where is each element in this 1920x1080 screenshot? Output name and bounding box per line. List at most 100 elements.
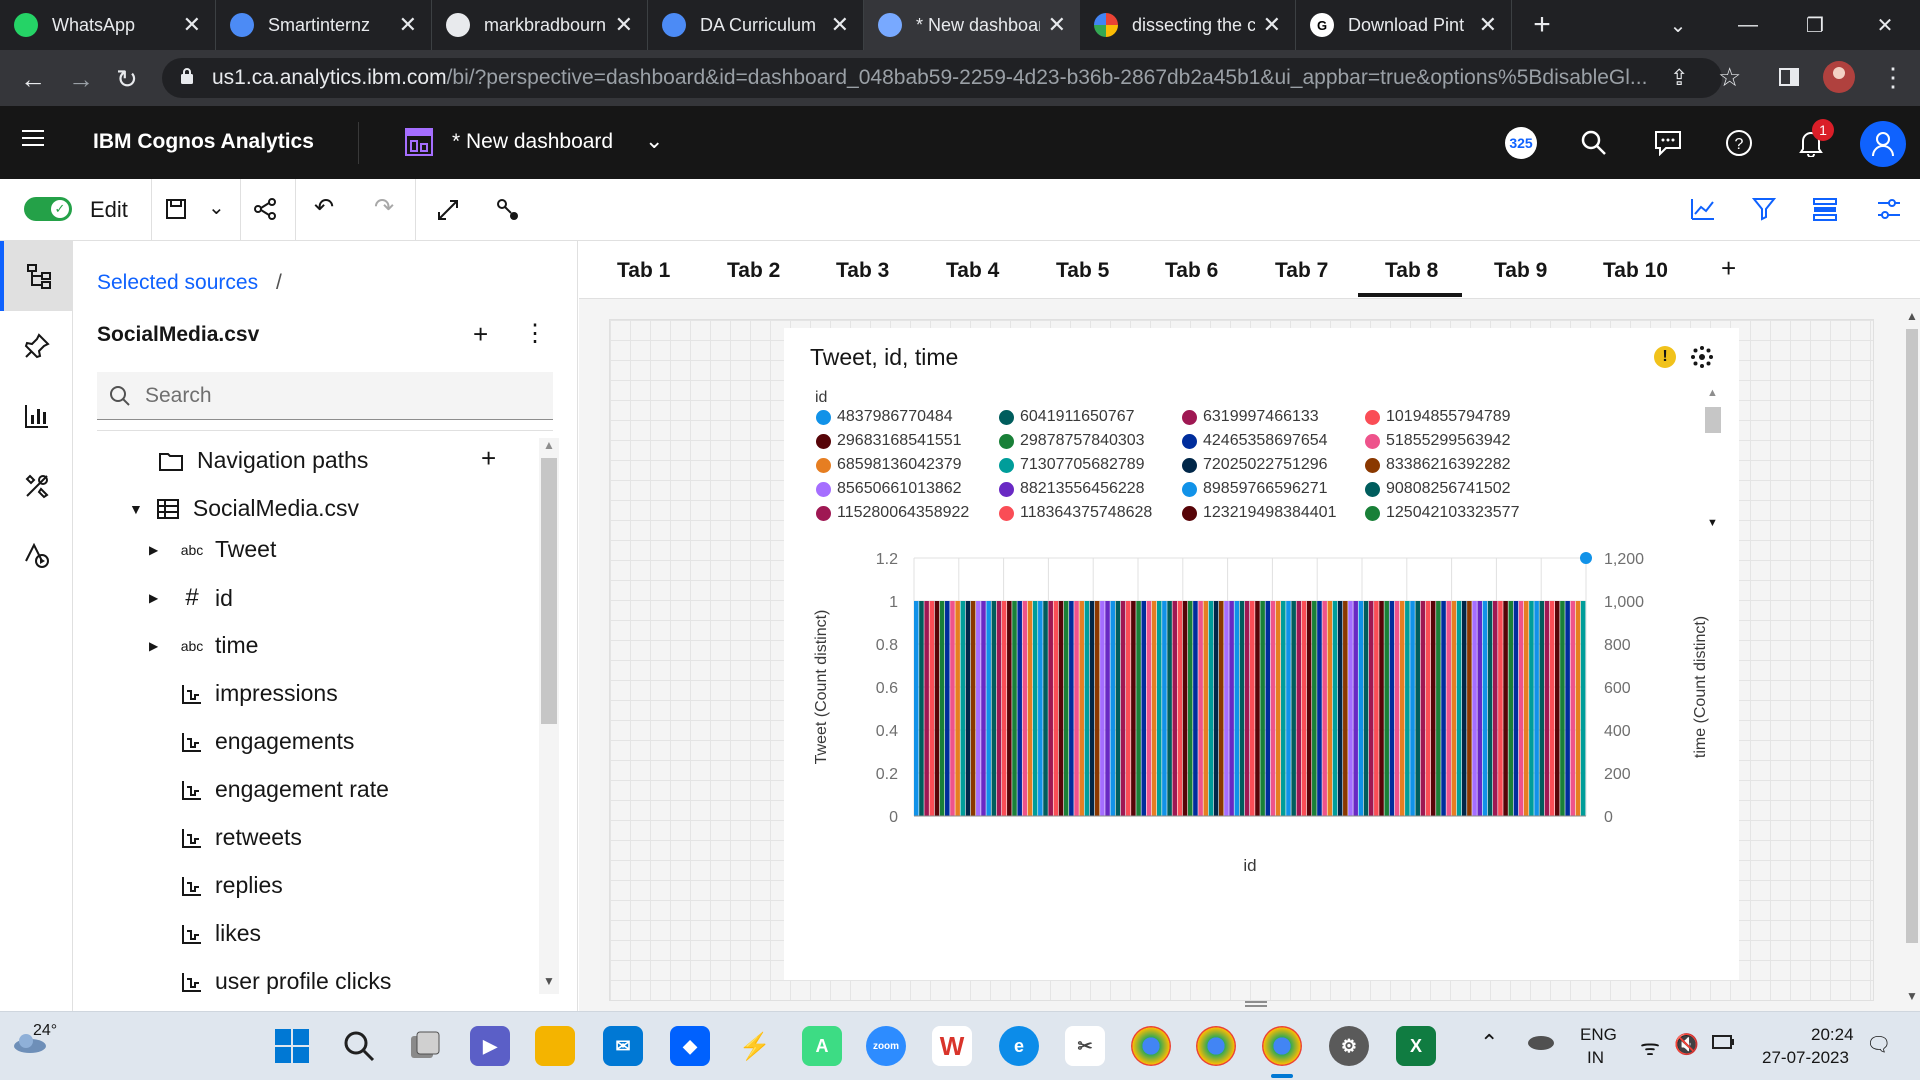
show-hidden-icons-icon[interactable]: ⌃ (1480, 1030, 1498, 1056)
search-icon[interactable] (1581, 130, 1607, 161)
bar[interactable] (1286, 601, 1291, 816)
bar[interactable] (934, 601, 940, 816)
bar[interactable] (1306, 601, 1312, 816)
close-tab-icon[interactable]: ✕ (615, 12, 633, 38)
bar[interactable] (1141, 601, 1147, 816)
bar[interactable] (1363, 601, 1369, 816)
dashboard-tab[interactable]: Tab 4 (946, 259, 999, 283)
dashboard-tab[interactable]: Tab 5 (1056, 259, 1109, 283)
legend-item[interactable]: 6041911650767 (999, 408, 1135, 426)
browser-tab[interactable]: * New dashboard ✕ (864, 0, 1080, 50)
scroll-thumb[interactable] (1906, 329, 1918, 943)
dashboard-tab[interactable]: Tab 8 (1385, 259, 1438, 283)
bar[interactable] (1100, 601, 1105, 816)
fullscreen-icon[interactable] (436, 198, 460, 227)
field-item[interactable]: engagements (149, 728, 354, 755)
teams-icon[interactable]: ▶ (470, 1026, 510, 1066)
bar[interactable] (1580, 601, 1586, 816)
legend-scrollbar[interactable]: ▲ ▼ (1703, 387, 1723, 537)
add-navigation-path-icon[interactable]: + (481, 443, 496, 474)
bar[interactable] (1405, 601, 1410, 816)
bar[interactable] (1136, 601, 1141, 816)
edge-icon[interactable]: e (999, 1026, 1039, 1066)
snipping-tool-icon[interactable]: ✂ (1065, 1026, 1105, 1066)
bar[interactable] (1420, 601, 1426, 816)
bar[interactable] (1027, 601, 1033, 816)
bar[interactable] (1358, 601, 1364, 816)
bar[interactable] (1472, 601, 1477, 816)
bar[interactable] (1125, 601, 1131, 816)
bar[interactable] (1503, 601, 1508, 816)
visualizations-icon[interactable] (0, 381, 73, 451)
bar[interactable] (1146, 601, 1152, 816)
bar[interactable] (1022, 601, 1028, 816)
help-icon[interactable]: ? (1725, 129, 1753, 162)
bar[interactable] (1177, 601, 1183, 816)
start-icon[interactable] (272, 1026, 312, 1066)
bar[interactable] (1570, 601, 1576, 816)
chat-icon[interactable] (1654, 130, 1682, 161)
bar[interactable] (1198, 601, 1203, 816)
legend-item[interactable]: 115280064358922 (816, 504, 969, 522)
bar[interactable] (1477, 601, 1483, 816)
dashboard-tab[interactable]: Tab 7 (1275, 259, 1328, 283)
bar[interactable] (1239, 601, 1245, 816)
legend-item[interactable]: 85650661013862 (816, 480, 962, 498)
scroll-down-icon[interactable]: ▼ (543, 974, 555, 988)
bar[interactable] (1430, 601, 1436, 816)
bar[interactable] (1038, 601, 1043, 816)
zoom-icon[interactable]: zoom (866, 1026, 906, 1066)
bar[interactable] (960, 601, 966, 816)
bar[interactable] (1017, 601, 1022, 816)
bar[interactable] (1218, 601, 1224, 816)
battery-icon[interactable] (1712, 1032, 1736, 1057)
hamburger-menu-icon[interactable] (22, 128, 44, 153)
undo-icon[interactable]: ↶ (314, 193, 334, 222)
forward-icon[interactable]: → (68, 64, 94, 95)
bar[interactable] (939, 601, 945, 816)
bar[interactable] (1213, 601, 1219, 816)
search-icon[interactable] (339, 1026, 379, 1066)
bar[interactable] (1415, 601, 1420, 816)
visualization-widget[interactable]: Tweet, id, time ! id 4837986770484 604191… (784, 328, 1739, 980)
bar[interactable] (1343, 601, 1348, 816)
legend-item[interactable]: 83386216392282 (1365, 456, 1511, 474)
filter-icon[interactable] (1751, 197, 1777, 226)
legend-item[interactable]: 88213556456228 (999, 480, 1145, 498)
bar[interactable] (1322, 601, 1327, 816)
chrome-icon[interactable] (1262, 1026, 1302, 1066)
app-icon[interactable]: ⚡ (735, 1026, 775, 1066)
field-item[interactable]: replies (149, 872, 283, 899)
bar[interactable] (924, 601, 929, 816)
mail-icon[interactable]: ✉ (603, 1026, 643, 1066)
bar[interactable] (1534, 601, 1539, 816)
chrome-icon[interactable] (1196, 1026, 1236, 1066)
bar[interactable] (1167, 601, 1172, 816)
bar[interactable] (1291, 601, 1296, 816)
caret-right-icon[interactable]: ▶ (149, 591, 169, 605)
tab-search-icon[interactable]: ⌄ (1648, 0, 1708, 50)
profile-avatar[interactable] (1822, 60, 1856, 101)
bar[interactable] (914, 601, 919, 816)
bar[interactable] (945, 601, 950, 816)
dashboard-tab[interactable]: Tab 9 (1494, 259, 1547, 283)
add-source-icon[interactable]: + (473, 319, 488, 350)
properties-icon[interactable] (1813, 197, 1837, 226)
bar[interactable] (1234, 601, 1240, 816)
bar[interactable] (1498, 601, 1503, 816)
scroll-up-icon[interactable]: ▲ (543, 438, 555, 452)
bar[interactable] (1281, 601, 1286, 816)
bar[interactable] (1451, 601, 1457, 816)
bar[interactable] (976, 601, 981, 816)
bar[interactable] (1482, 601, 1488, 816)
bar[interactable] (1317, 601, 1322, 816)
bar[interactable] (1193, 601, 1198, 816)
search-input[interactable]: Search (97, 372, 553, 420)
browser-tab[interactable]: dissecting the c ✕ (1080, 0, 1296, 50)
panel-scrollbar[interactable]: ▲ ▼ (539, 438, 559, 994)
user-avatar[interactable] (1860, 121, 1906, 167)
browser-tab[interactable]: markbradbourn ✕ (432, 0, 648, 50)
bar[interactable] (1296, 601, 1302, 816)
bar[interactable] (1549, 601, 1555, 816)
volume-muted-icon[interactable]: 🔇 (1674, 1032, 1699, 1057)
